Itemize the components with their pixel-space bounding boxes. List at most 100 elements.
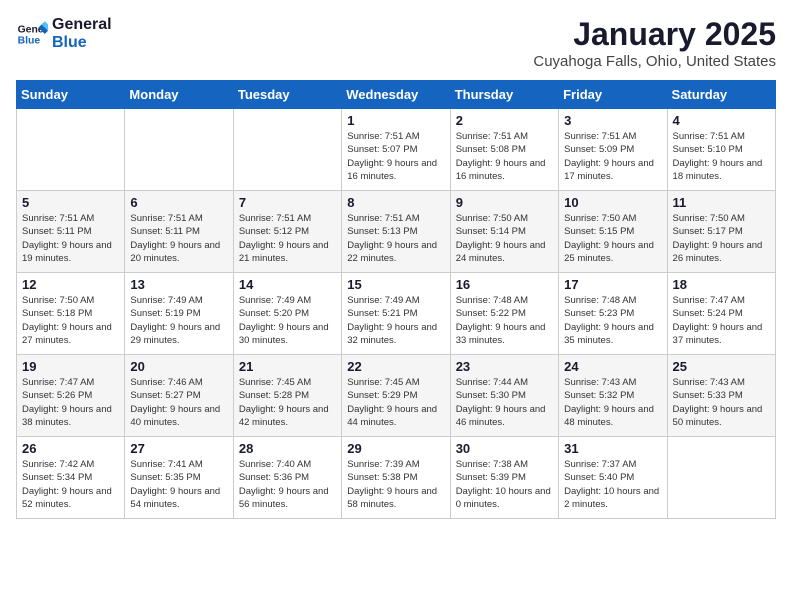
day-info: Sunrise: 7:51 AM Sunset: 5:13 PM Dayligh… <box>347 212 444 265</box>
day-info: Sunrise: 7:51 AM Sunset: 5:11 PM Dayligh… <box>130 212 227 265</box>
col-tuesday: Tuesday <box>233 81 341 109</box>
day-number: 13 <box>130 277 227 292</box>
calendar-week-row: 5 Sunrise: 7:51 AM Sunset: 5:11 PM Daylig… <box>17 191 776 273</box>
day-info: Sunrise: 7:38 AM Sunset: 5:39 PM Dayligh… <box>456 458 553 511</box>
day-number: 29 <box>347 441 444 456</box>
table-row: 22Sunrise: 7:45 AM Sunset: 5:29 PM Dayli… <box>342 355 450 437</box>
table-row: 19 Sunrise: 7:47 AM Sunset: 5:26 PM Dayli… <box>17 355 125 437</box>
day-number: 25 <box>673 359 770 374</box>
day-info: Sunrise: 7:49 AM Sunset: 5:19 PM Dayligh… <box>130 294 227 347</box>
calendar-week-row: 12Sunrise: 7:50 AM Sunset: 5:18 PM Dayli… <box>17 273 776 355</box>
table-row: 10Sunrise: 7:50 AM Sunset: 5:15 PM Dayli… <box>559 191 667 273</box>
day-info: Sunrise: 7:49 AM Sunset: 5:21 PM Dayligh… <box>347 294 444 347</box>
day-info: Sunrise: 7:47 AM Sunset: 5:26 PM Dayligh… <box>22 376 119 429</box>
day-number: 6 <box>130 195 227 210</box>
day-number: 26 <box>22 441 119 456</box>
table-row: 14 Sunrise: 7:49 AM Sunset: 5:20 PM Dayli… <box>233 273 341 355</box>
day-info: Sunrise: 7:39 AM Sunset: 5:38 PM Dayligh… <box>347 458 444 511</box>
day-info: Sunrise: 7:51 AM Sunset: 5:11 PM Dayligh… <box>22 212 119 265</box>
day-number: 10 <box>564 195 661 210</box>
day-number: 20 <box>130 359 227 374</box>
calendar-title: January 2025 <box>533 16 776 53</box>
day-number: 21 <box>239 359 336 374</box>
table-row: 27Sunrise: 7:41 AM Sunset: 5:35 PM Dayli… <box>125 437 233 519</box>
day-number: 30 <box>456 441 553 456</box>
day-number: 1 <box>347 113 444 128</box>
table-row <box>667 437 775 519</box>
table-row: 15 Sunrise: 7:49 AM Sunset: 5:21 PM Dayli… <box>342 273 450 355</box>
calendar-week-row: 26Sunrise: 7:42 AM Sunset: 5:34 PM Dayli… <box>17 437 776 519</box>
table-row: 7 Sunrise: 7:51 AM Sunset: 5:12 PM Daylig… <box>233 191 341 273</box>
day-number: 11 <box>673 195 770 210</box>
logo-line2: Blue <box>52 34 112 52</box>
col-friday: Friday <box>559 81 667 109</box>
day-info: Sunrise: 7:45 AM Sunset: 5:29 PM Dayligh… <box>347 376 444 429</box>
day-info: Sunrise: 7:43 AM Sunset: 5:32 PM Dayligh… <box>564 376 661 429</box>
table-row: 3 Sunrise: 7:51 AM Sunset: 5:09 PM Daylig… <box>559 109 667 191</box>
day-info: Sunrise: 7:50 AM Sunset: 5:17 PM Dayligh… <box>673 212 770 265</box>
day-info: Sunrise: 7:51 AM Sunset: 5:12 PM Dayligh… <box>239 212 336 265</box>
day-info: Sunrise: 7:41 AM Sunset: 5:35 PM Dayligh… <box>130 458 227 511</box>
day-info: Sunrise: 7:49 AM Sunset: 5:20 PM Dayligh… <box>239 294 336 347</box>
day-info: Sunrise: 7:51 AM Sunset: 5:09 PM Dayligh… <box>564 130 661 183</box>
day-info: Sunrise: 7:47 AM Sunset: 5:24 PM Dayligh… <box>673 294 770 347</box>
logo: General Blue General Blue <box>16 16 112 51</box>
day-number: 28 <box>239 441 336 456</box>
col-monday: Monday <box>125 81 233 109</box>
table-row: 30 Sunrise: 7:38 AM Sunset: 5:39 PM Dayli… <box>450 437 558 519</box>
calendar-week-row: 19 Sunrise: 7:47 AM Sunset: 5:26 PM Dayli… <box>17 355 776 437</box>
table-row: 18Sunrise: 7:47 AM Sunset: 5:24 PM Dayli… <box>667 273 775 355</box>
day-number: 8 <box>347 195 444 210</box>
day-info: Sunrise: 7:51 AM Sunset: 5:08 PM Dayligh… <box>456 130 553 183</box>
day-info: Sunrise: 7:40 AM Sunset: 5:36 PM Dayligh… <box>239 458 336 511</box>
col-saturday: Saturday <box>667 81 775 109</box>
table-row: 4 Sunrise: 7:51 AM Sunset: 5:10 PM Daylig… <box>667 109 775 191</box>
table-row: 23Sunrise: 7:44 AM Sunset: 5:30 PM Dayli… <box>450 355 558 437</box>
table-row: 12Sunrise: 7:50 AM Sunset: 5:18 PM Dayli… <box>17 273 125 355</box>
table-row: 26Sunrise: 7:42 AM Sunset: 5:34 PM Dayli… <box>17 437 125 519</box>
col-sunday: Sunday <box>17 81 125 109</box>
day-number: 16 <box>456 277 553 292</box>
day-number: 2 <box>456 113 553 128</box>
table-row: 16Sunrise: 7:48 AM Sunset: 5:22 PM Dayli… <box>450 273 558 355</box>
day-info: Sunrise: 7:43 AM Sunset: 5:33 PM Dayligh… <box>673 376 770 429</box>
calendar-table: Sunday Monday Tuesday Wednesday Thursday… <box>16 80 776 519</box>
calendar-week-row: 1 Sunrise: 7:51 AM Sunset: 5:07 PM Daylig… <box>17 109 776 191</box>
day-info: Sunrise: 7:48 AM Sunset: 5:23 PM Dayligh… <box>564 294 661 347</box>
table-row <box>233 109 341 191</box>
svg-text:Blue: Blue <box>18 35 41 46</box>
table-row: 29 Sunrise: 7:39 AM Sunset: 5:38 PM Dayli… <box>342 437 450 519</box>
table-row: 20Sunrise: 7:46 AM Sunset: 5:27 PM Dayli… <box>125 355 233 437</box>
day-number: 23 <box>456 359 553 374</box>
table-row: 28 Sunrise: 7:40 AM Sunset: 5:36 PM Dayli… <box>233 437 341 519</box>
table-row <box>125 109 233 191</box>
table-row: 13 Sunrise: 7:49 AM Sunset: 5:19 PM Dayli… <box>125 273 233 355</box>
table-row: 8 Sunrise: 7:51 AM Sunset: 5:13 PM Daylig… <box>342 191 450 273</box>
table-row: 31Sunrise: 7:37 AM Sunset: 5:40 PM Dayli… <box>559 437 667 519</box>
logo-line1: General <box>52 16 112 34</box>
day-number: 3 <box>564 113 661 128</box>
day-number: 17 <box>564 277 661 292</box>
table-row: 17 Sunrise: 7:48 AM Sunset: 5:23 PM Dayli… <box>559 273 667 355</box>
logo-icon: General Blue <box>16 18 48 50</box>
day-info: Sunrise: 7:51 AM Sunset: 5:07 PM Dayligh… <box>347 130 444 183</box>
calendar-header-row: Sunday Monday Tuesday Wednesday Thursday… <box>17 81 776 109</box>
col-thursday: Thursday <box>450 81 558 109</box>
day-info: Sunrise: 7:51 AM Sunset: 5:10 PM Dayligh… <box>673 130 770 183</box>
table-row: 9Sunrise: 7:50 AM Sunset: 5:14 PM Daylig… <box>450 191 558 273</box>
day-number: 14 <box>239 277 336 292</box>
day-number: 19 <box>22 359 119 374</box>
table-row <box>17 109 125 191</box>
table-row: 11 Sunrise: 7:50 AM Sunset: 5:17 PM Dayli… <box>667 191 775 273</box>
day-info: Sunrise: 7:37 AM Sunset: 5:40 PM Dayligh… <box>564 458 661 511</box>
day-number: 4 <box>673 113 770 128</box>
col-wednesday: Wednesday <box>342 81 450 109</box>
day-number: 24 <box>564 359 661 374</box>
calendar-header: January 2025 Cuyahoga Falls, Ohio, Unite… <box>533 16 776 70</box>
day-number: 15 <box>347 277 444 292</box>
day-number: 7 <box>239 195 336 210</box>
table-row: 6 Sunrise: 7:51 AM Sunset: 5:11 PM Daylig… <box>125 191 233 273</box>
day-number: 5 <box>22 195 119 210</box>
day-number: 9 <box>456 195 553 210</box>
calendar-subtitle: Cuyahoga Falls, Ohio, United States <box>533 53 776 70</box>
